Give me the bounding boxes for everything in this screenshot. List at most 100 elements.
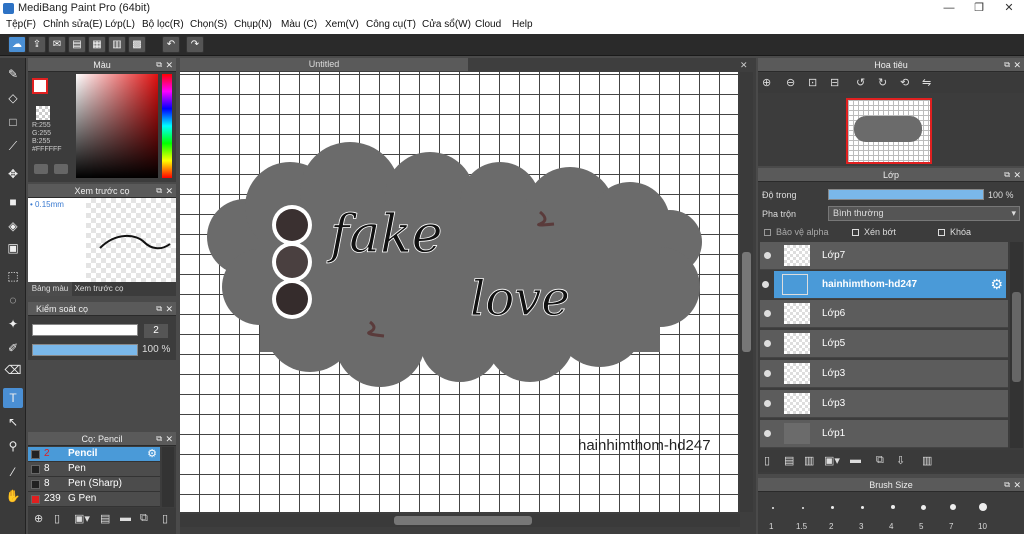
brush-size-dot[interactable]: [891, 505, 895, 509]
layer-row[interactable]: Lớp6: [760, 300, 1008, 328]
new-layer-icon[interactable]: ▯: [764, 454, 770, 467]
gradient-tool-icon[interactable]: ▣: [3, 238, 23, 258]
eye-icon[interactable]: [764, 252, 771, 259]
menu-color[interactable]: Màu (C): [281, 19, 317, 30]
brush-size-dot[interactable]: [802, 507, 804, 509]
minimize-button[interactable]: —: [934, 0, 964, 17]
rectangle-tool-icon[interactable]: □: [3, 112, 23, 132]
layer-row[interactable]: Lớp5: [760, 330, 1008, 358]
close-icon[interactable]: ✕: [1013, 168, 1021, 182]
share-icon[interactable]: ⇪: [28, 36, 46, 53]
primary-color-swatch[interactable]: [32, 78, 48, 94]
magic-wand-tool-icon[interactable]: ✦: [3, 314, 23, 334]
layer-row[interactable]: Lớp1: [760, 420, 1008, 448]
close-icon[interactable]: ✕: [165, 302, 173, 316]
undock-icon[interactable]: ⧉: [156, 432, 162, 446]
brush-size-input[interactable]: 2: [144, 324, 168, 338]
select-rect-tool-icon[interactable]: ⬚: [3, 266, 23, 286]
duplicate-layer-icon[interactable]: ⧉: [876, 454, 884, 467]
menu-snap[interactable]: Chụp(N): [234, 19, 272, 30]
text-tool-icon[interactable]: T: [3, 388, 23, 408]
layer-row[interactable]: Lớp3: [760, 390, 1008, 418]
horizontal-scroll-thumb[interactable]: [394, 516, 532, 525]
add-brush-icon[interactable]: ⊕: [34, 512, 43, 525]
add-layer-menu-icon[interactable]: ▣▾: [824, 454, 840, 467]
menu-cloud[interactable]: Cloud: [475, 19, 501, 30]
undock-icon[interactable]: ⧉: [1004, 478, 1010, 492]
canvas-paper[interactable]: fake love hainhimthom-hd247: [180, 72, 738, 512]
tab-color-palette[interactable]: Bảng màu: [28, 282, 72, 296]
bucket-tool-icon[interactable]: ◈: [3, 216, 23, 236]
close-icon[interactable]: ✕: [165, 184, 173, 198]
redo-icon[interactable]: ↷: [186, 36, 204, 53]
fill-rect-tool-icon[interactable]: ■: [3, 192, 23, 212]
merge-down-icon[interactable]: ⇩: [896, 454, 905, 467]
menu-file[interactable]: Tệp(F): [6, 19, 36, 30]
new-file-icon[interactable]: ▯: [54, 512, 60, 525]
eye-icon[interactable]: [764, 430, 771, 437]
brush-size-dot[interactable]: [831, 506, 834, 509]
operation-tool-icon[interactable]: ↖: [3, 412, 23, 432]
comment-icon[interactable]: ✉: [48, 36, 66, 53]
rotate-right-icon[interactable]: ↻: [878, 76, 887, 89]
fit-icon[interactable]: ⊡: [808, 76, 817, 89]
cloud-icon[interactable]: ☁: [8, 36, 26, 53]
brush-item-pen-sharp[interactable]: 8 Pen (Sharp): [28, 477, 160, 492]
maximize-button[interactable]: ❐: [964, 0, 994, 17]
brush-size-slider[interactable]: [32, 324, 138, 336]
hue-slider[interactable]: [162, 74, 172, 178]
vertical-scroll-thumb[interactable]: [742, 252, 751, 352]
eye-icon[interactable]: [764, 310, 771, 317]
canvas-vertical-scrollbar[interactable]: [740, 72, 753, 512]
grid-icon[interactable]: ▩: [128, 36, 146, 53]
folder-icon[interactable]: ▬: [120, 512, 131, 524]
eyedropper-tool-icon[interactable]: ⁄: [3, 462, 23, 482]
brush-item-pencil[interactable]: 2 Pencil ⚙: [28, 447, 160, 462]
transparent-swatch[interactable]: [36, 106, 50, 120]
layer-row[interactable]: Lớp7: [760, 242, 1008, 270]
lasso-tool-icon[interactable]: ◌: [3, 290, 23, 310]
navigator-thumbnail[interactable]: [846, 98, 932, 164]
select-pen-tool-icon[interactable]: ✐: [3, 338, 23, 358]
document-tab[interactable]: Untitled: [180, 58, 468, 71]
trash-icon[interactable]: ▥: [922, 454, 932, 467]
brush-size-dot[interactable]: [861, 506, 864, 509]
layer-row[interactable]: Lớp3: [760, 360, 1008, 388]
move-tool-icon[interactable]: ✥: [3, 164, 23, 184]
layer-list-scrollbar[interactable]: [1010, 242, 1023, 448]
menu-select[interactable]: Chọn(S): [190, 19, 227, 30]
flip-icon[interactable]: ⇋: [922, 76, 931, 89]
dropper-tool-icon[interactable]: ⚲: [3, 436, 23, 456]
menu-layer[interactable]: Lớp(L): [105, 19, 135, 30]
close-icon[interactable]: ✕: [1013, 58, 1021, 72]
brush-size-dot[interactable]: [950, 504, 956, 510]
menu-edit[interactable]: Chỉnh sửa(E): [43, 19, 103, 30]
brush-tool-icon[interactable]: ✎: [3, 64, 23, 84]
brush-item-g-pen[interactable]: 239 G Pen: [28, 492, 160, 507]
lock-checkbox[interactable]: [938, 229, 945, 236]
menu-help[interactable]: Help: [512, 19, 533, 30]
brush-list-scrollbar[interactable]: [162, 447, 174, 507]
close-button[interactable]: ✕: [994, 0, 1024, 17]
brush-opacity-slider[interactable]: [32, 344, 138, 356]
eye-icon[interactable]: [764, 400, 771, 407]
layer-opacity-slider[interactable]: [828, 189, 984, 200]
folder-icon[interactable]: ▬: [850, 454, 861, 466]
brush-item-pen[interactable]: 8 Pen: [28, 462, 160, 477]
menu-tools[interactable]: Công cụ(T): [366, 19, 416, 30]
copy-brush-icon[interactable]: ▣▾: [74, 512, 90, 525]
close-icon[interactable]: ✕: [1013, 478, 1021, 492]
protect-alpha-checkbox[interactable]: [764, 229, 771, 236]
actual-size-icon[interactable]: ⊟: [830, 76, 839, 89]
gear-icon[interactable]: ⚙: [147, 447, 157, 460]
close-document-icon[interactable]: ✕: [740, 60, 748, 71]
zoom-out-icon[interactable]: ⊖: [786, 76, 795, 89]
menu-window[interactable]: Cửa sổ(W): [422, 19, 471, 30]
undo-icon[interactable]: ↶: [162, 36, 180, 53]
brush-size-dot[interactable]: [772, 507, 774, 509]
gear-icon[interactable]: ⚙: [990, 276, 1003, 293]
undock-icon[interactable]: ⧉: [1004, 168, 1010, 182]
color-mode-icon[interactable]: [34, 164, 48, 174]
new-halftone-layer-icon[interactable]: ▤: [784, 454, 794, 467]
duplicate-icon[interactable]: ⧉: [140, 512, 148, 525]
